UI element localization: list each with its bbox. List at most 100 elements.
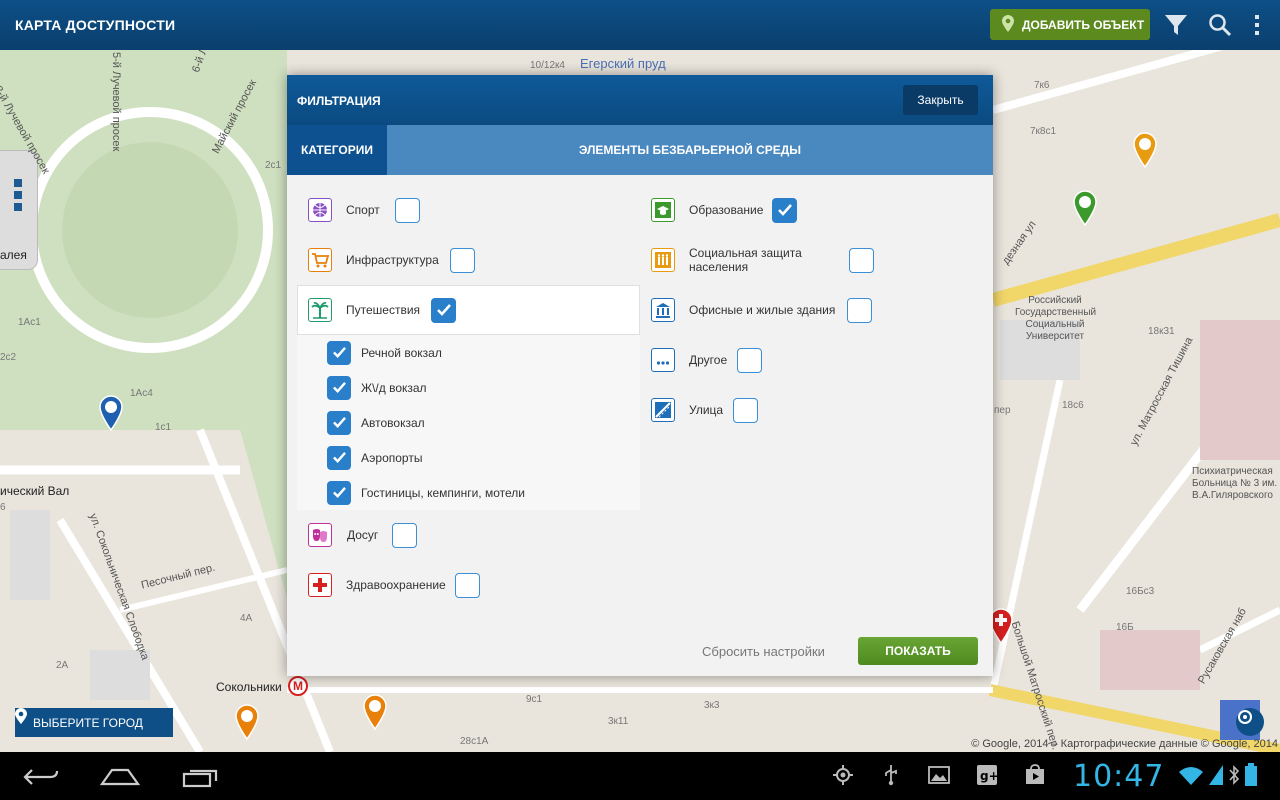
back-icon[interactable] [22,766,60,793]
map-label: 7к8с1 [1030,126,1057,137]
category-checkbox[interactable] [737,347,763,373]
signal-icon [1208,764,1224,791]
street-icon [651,398,675,422]
category-row-other[interactable]: Другое [651,335,763,385]
map-label-university: Российский Государственный Социальный Ун… [1015,295,1097,342]
category-row-healthcare[interactable]: Здравоохранение [308,560,480,610]
map-label: 6 [0,502,6,513]
category-label: Другое [689,353,728,367]
category-label: Улица [689,403,724,417]
show-button[interactable]: ПОКАЗАТЬ [858,637,978,665]
category-row-social-protection[interactable]: Социальная защита населения [651,235,874,285]
home-icon[interactable] [99,766,141,791]
filter-dialog: ФИЛЬТРАЦИЯ Закрыть КАТЕГОРИИ ЭЛЕМЕНТЫ БЕ… [287,75,993,676]
category-checkbox[interactable] [392,522,418,548]
category-checkbox-checked[interactable] [431,297,457,323]
subcategory-checkbox-checked[interactable] [327,375,351,400]
dialog-title: ФИЛЬТРАЦИЯ [297,94,381,108]
category-label: Образование [689,203,764,217]
map-label: 3к3 [704,700,720,711]
subcategory-checkbox-checked[interactable] [327,340,351,365]
location-pin-icon [1002,14,1014,35]
map-label: 4А [240,613,253,624]
subcategory-checkbox-checked[interactable] [327,480,351,505]
map-label: 2с2 [0,352,17,363]
category-row-office-residential[interactable]: Офисные и жилые здания [651,285,873,335]
svg-text:g+: g+ [980,769,998,783]
category-checkbox[interactable] [733,397,759,423]
category-checkbox[interactable] [449,247,475,273]
reset-settings-link[interactable]: Сбросить настройки [702,644,825,659]
category-checkbox[interactable] [454,572,480,598]
category-row-leisure[interactable]: Досуг [308,510,418,560]
palm-tree-icon [308,298,332,322]
map-label: 1с1 [155,422,172,433]
battery-icon [1244,763,1258,792]
map-metro-label: Сокольники [216,680,282,694]
gps-icon [832,764,854,791]
map-label: 28с1А [460,736,489,747]
category-row-sport[interactable]: Спорт [308,185,420,235]
search-icon[interactable] [1208,13,1232,42]
map-label: 18к31 [1148,326,1175,337]
app-bar: КАРТА ДОСТУПНОСТИ ДОБАВИТЬ ОБЪЕКТ [0,0,1280,50]
map-label: 1Ас1 [18,317,41,328]
status-clock: 10:47 [1073,759,1165,794]
subcategory-checkbox-checked[interactable] [327,445,351,470]
more-dots-icon [651,348,675,372]
category-label: Здравоохранение [346,578,446,592]
wifi-icon [1178,766,1204,791]
add-object-button[interactable]: ДОБАВИТЬ ОБЪЕКТ [990,9,1150,40]
category-row-infrastructure[interactable]: Инфраструктура [308,235,475,285]
category-checkbox[interactable] [849,247,874,273]
map-label: 2А [56,660,69,671]
tab-barrier-free-elements[interactable]: ЭЛЕМЕНТЫ БЕЗБАРЬЕРНОЙ СРЕДЫ [387,125,993,175]
sport-icon [308,198,332,222]
map-street-label: ический Вал [0,484,70,498]
filter-icon[interactable] [1164,13,1188,42]
close-button[interactable]: Закрыть [903,85,978,115]
category-checkbox[interactable] [847,297,873,323]
map-street-label: алея [0,248,27,262]
subcategory-label: Аэропорты [361,450,423,465]
map-label-hospital: Психиатрическая Больница № 3 им. В.А.Гил… [1192,466,1278,501]
bluetooth-icon [1228,764,1240,791]
metro-icon: М [288,676,308,696]
map-copyright: © Google, 2014 – Картографические данные… [971,738,1278,750]
category-label: Досуг [347,528,379,542]
map-label: 2с1 [265,160,282,171]
subcategory-row[interactable]: Гостиницы, кемпинги, мотели [327,475,525,510]
subcategory-row[interactable]: Автовокзал [327,405,425,440]
category-row-education[interactable]: Образование [651,185,798,235]
subcategory-row[interactable]: Речной вокзал [327,335,442,370]
category-checkbox-checked[interactable] [772,197,798,223]
map-label-pond: Егерский пруд [580,56,666,71]
graduation-cap-icon [651,198,675,222]
play-store-icon [1024,764,1046,791]
subcategory-label: Гостиницы, кемпинги, мотели [361,485,525,500]
dialog-header: ФИЛЬТРАЦИЯ Закрыть [287,75,993,125]
map-label: 7к6 [1034,80,1050,91]
map-label: пер [994,405,1011,416]
subcategory-row[interactable]: Аэропорты [327,440,422,475]
people-icon [651,248,675,272]
subcategory-row[interactable]: Ж\/д вокзал [327,370,427,405]
category-checkbox[interactable] [394,197,420,223]
subcategory-label: Ж\/д вокзал [361,380,427,395]
category-label: Инфраструктура [346,253,439,267]
my-location-icon[interactable] [1236,708,1264,736]
select-city-label: ВЫБЕРИТЕ ГОРОД [33,715,143,730]
tab-categories[interactable]: КАТЕГОРИИ [287,125,387,175]
app-title: КАРТА ДОСТУПНОСТИ [15,17,176,33]
map-label: 10/12к4 [530,60,565,71]
select-city-button[interactable]: ВЫБЕРИТЕ ГОРОД [15,708,173,737]
subcategory-checkbox-checked[interactable] [327,410,351,435]
recent-apps-icon[interactable] [182,766,220,793]
map-label: 3к11 [608,716,629,727]
map-label: 16Б [1116,622,1134,633]
category-row-travel[interactable]: Путешествия [308,285,457,335]
overflow-menu-icon[interactable] [1253,13,1261,42]
category-label: Путешествия [346,303,421,317]
category-row-street[interactable]: Улица [651,385,759,435]
cart-icon [308,248,332,272]
